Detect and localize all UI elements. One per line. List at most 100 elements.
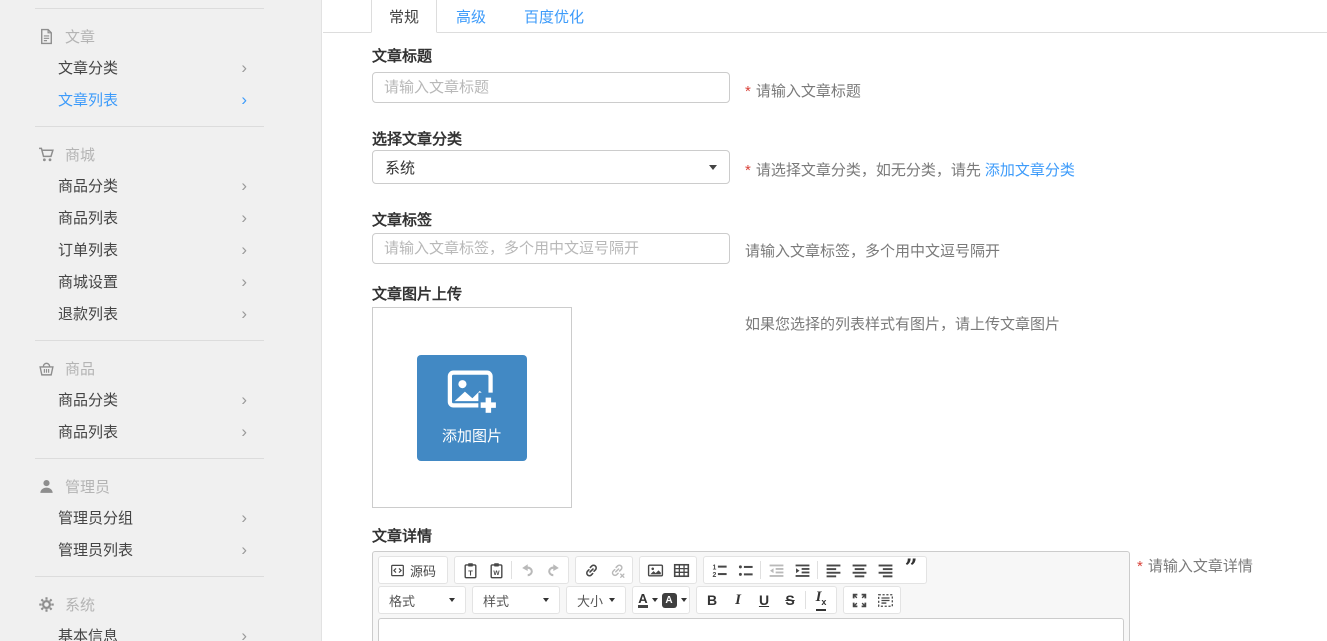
strikethrough-button[interactable]: S xyxy=(777,588,803,612)
file-icon xyxy=(38,28,55,45)
align-right-button[interactable] xyxy=(872,558,898,582)
caret-down-icon xyxy=(652,598,658,602)
article-title-input[interactable] xyxy=(372,72,730,103)
show-blocks-button[interactable] xyxy=(872,588,898,612)
paste-from-word-button[interactable]: W xyxy=(483,558,509,582)
style-dropdown[interactable]: 样式 xyxy=(475,588,557,612)
size-dropdown[interactable]: 大小 xyxy=(569,588,623,612)
outdent-icon xyxy=(768,562,785,579)
basket-icon xyxy=(38,360,55,377)
add-category-link[interactable]: 添加文章分类 xyxy=(985,162,1075,179)
sidebar-item-basic-info[interactable]: 基本信息 › xyxy=(0,619,321,641)
sidebar-item-article-list[interactable]: 文章列表 › xyxy=(0,83,321,115)
link-button[interactable] xyxy=(578,558,604,582)
caret-down-icon xyxy=(681,598,687,602)
text-color-button[interactable]: A xyxy=(635,588,661,612)
unlink-button[interactable] xyxy=(604,558,630,582)
sidebar-item-goods-category[interactable]: 商品分类 › xyxy=(0,169,321,201)
sidebar-divider xyxy=(35,458,264,459)
remove-format-button[interactable]: Ix xyxy=(808,588,834,612)
toolbar-separator xyxy=(805,591,806,609)
add-image-button[interactable]: 添加图片 xyxy=(417,355,527,461)
article-image-help: 如果您选择的列表样式有图片，请上传文章图片 xyxy=(745,313,1060,334)
insert-image-button[interactable] xyxy=(642,558,668,582)
toolbar-group-paragraph: ” xyxy=(703,556,927,584)
tab-advanced[interactable]: 高级 xyxy=(437,0,505,32)
align-left-button[interactable] xyxy=(820,558,846,582)
article-title-help: *请输入文章标题 xyxy=(745,80,861,101)
chevron-right-icon: › xyxy=(241,423,247,440)
required-mark: * xyxy=(1137,558,1143,575)
align-left-icon xyxy=(825,562,842,579)
paste-word-icon: W xyxy=(488,562,505,579)
background-color-button[interactable]: A xyxy=(661,588,687,612)
editor-content-area[interactable] xyxy=(378,618,1124,641)
paste-as-text-button[interactable]: T xyxy=(457,558,483,582)
sidebar-item-product-category[interactable]: 商品分类 › xyxy=(0,383,321,415)
toolbar-separator xyxy=(817,561,818,579)
cart-icon xyxy=(38,146,55,163)
sidebar-item-article-category[interactable]: 文章分类 › xyxy=(0,51,321,83)
bold-button[interactable]: B xyxy=(699,588,725,612)
indent-button[interactable] xyxy=(789,558,815,582)
sidebar-divider xyxy=(35,126,264,127)
insert-table-button[interactable] xyxy=(668,558,694,582)
caret-down-icon xyxy=(543,598,549,602)
sidebar-item-refund-list[interactable]: 退款列表 › xyxy=(0,297,321,329)
sidebar-divider xyxy=(35,576,264,577)
required-mark: * xyxy=(745,83,751,100)
redo-button[interactable] xyxy=(540,558,566,582)
article-image-label: 文章图片上传 xyxy=(372,283,462,304)
toolbar-group-tools xyxy=(843,586,901,614)
sidebar-section-title: 管理员 xyxy=(65,476,110,497)
sidebar: 文章 文章分类 › 文章列表 › 商城 商品分类 › 商品列表 › 订单列表 ›… xyxy=(0,0,322,641)
article-tags-input[interactable] xyxy=(372,233,730,264)
sidebar-item-admin-list[interactable]: 管理员列表 › xyxy=(0,533,321,565)
ordered-list-button[interactable] xyxy=(706,558,732,582)
table-icon xyxy=(673,562,690,579)
tab-bar: 常规 高级 百度优化 xyxy=(323,0,1327,33)
toolbar-group-format: 格式 xyxy=(378,586,466,614)
tab-general[interactable]: 常规 xyxy=(371,0,437,33)
underline-button[interactable]: U xyxy=(751,588,777,612)
sidebar-item-product-list[interactable]: 商品列表 › xyxy=(0,415,321,447)
article-tags-label: 文章标签 xyxy=(372,209,432,230)
sidebar-section-product[interactable]: 商品 xyxy=(0,353,321,383)
required-mark: * xyxy=(745,162,751,179)
show-blocks-icon xyxy=(877,592,894,609)
toolbar-group-size: 大小 xyxy=(566,586,626,614)
sidebar-item-goods-list[interactable]: 商品列表 › xyxy=(0,201,321,233)
source-code-button[interactable]: 源码 xyxy=(381,558,445,582)
category-select[interactable]: 系统 xyxy=(372,150,730,184)
maximize-button[interactable] xyxy=(846,588,872,612)
align-center-button[interactable] xyxy=(846,558,872,582)
maximize-icon xyxy=(851,592,868,609)
image-upload-box: 添加图片 xyxy=(372,307,572,508)
image-icon xyxy=(647,562,664,579)
format-dropdown[interactable]: 格式 xyxy=(381,588,463,612)
sidebar-item-order-list[interactable]: 订单列表 › xyxy=(0,233,321,265)
undo-icon xyxy=(519,562,536,579)
add-image-button-label: 添加图片 xyxy=(442,425,502,446)
sidebar-item-admin-group[interactable]: 管理员分组 › xyxy=(0,501,321,533)
italic-button[interactable]: I xyxy=(725,588,751,612)
sidebar-item-mall-settings[interactable]: 商城设置 › xyxy=(0,265,321,297)
svg-text:T: T xyxy=(468,568,473,577)
tab-baidu-seo[interactable]: 百度优化 xyxy=(505,0,603,32)
blockquote-button[interactable]: ” xyxy=(898,558,924,582)
undo-button[interactable] xyxy=(514,558,540,582)
align-right-icon xyxy=(877,562,894,579)
svg-text:W: W xyxy=(493,570,500,577)
sidebar-section-system[interactable]: 系统 xyxy=(0,589,321,619)
ordered-list-icon xyxy=(711,562,728,579)
source-code-icon xyxy=(390,563,405,578)
remove-format-icon: Ix xyxy=(816,590,827,611)
outdent-button[interactable] xyxy=(763,558,789,582)
sidebar-section-article[interactable]: 文章 xyxy=(0,21,321,51)
toolbar-separator xyxy=(511,561,512,579)
sidebar-section-title: 商城 xyxy=(65,144,95,165)
bulleted-list-button[interactable] xyxy=(732,558,758,582)
sidebar-section-mall[interactable]: 商城 xyxy=(0,139,321,169)
sidebar-section-admin[interactable]: 管理员 xyxy=(0,471,321,501)
article-title-label: 文章标题 xyxy=(372,45,432,66)
